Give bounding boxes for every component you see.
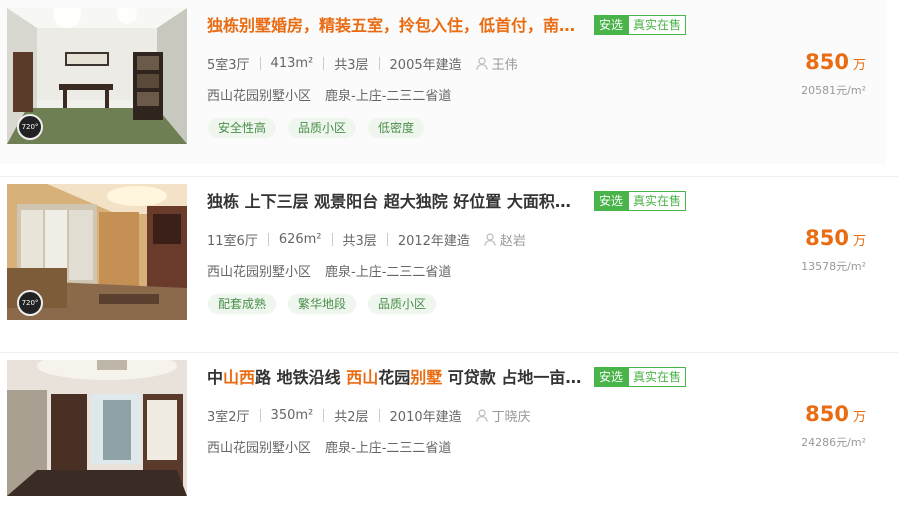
- community-link[interactable]: 西山花园别墅小区: [207, 437, 311, 456]
- divider: [0, 176, 898, 177]
- price-unit: 万: [852, 58, 866, 73]
- unit-price: 24286元/m²: [801, 436, 866, 449]
- listing-card[interactable]: 中山西路 地铁沿线 西山花园别墅 可贷款 占地一亩… 安选 真实在售 3室2厅 …: [0, 352, 898, 528]
- price-value: 850: [805, 50, 849, 74]
- listing-photo[interactable]: 720°: [7, 184, 187, 320]
- agent[interactable]: 赵岩: [484, 230, 526, 249]
- room-layout: 3室2厅: [207, 409, 250, 425]
- price-unit: 万: [852, 410, 866, 425]
- room-layout: 11室6厅: [207, 233, 258, 249]
- listing-title-link[interactable]: 中山西路 地铁沿线 西山花园别墅 可贷款 占地一亩…: [207, 366, 587, 390]
- title-text: 中: [207, 368, 224, 387]
- divider: [378, 56, 380, 70]
- location: 西山花园别墅小区 鹿泉-上庄-二三二省道: [207, 435, 451, 457]
- listing-card[interactable]: 720° 独栋别墅婚房，精装五室，拎包入住，低首付，南… 安选 真实在售 5室3…: [0, 0, 898, 176]
- feature-tag: 低密度: [368, 118, 425, 138]
- anxuan-badge: 安选: [594, 15, 629, 35]
- divider: [259, 408, 261, 422]
- listing-photo[interactable]: [7, 360, 187, 496]
- total-floors: 共3层: [342, 233, 377, 249]
- agent-name[interactable]: 赵岩: [500, 230, 526, 249]
- person-icon: [476, 408, 488, 422]
- agent-name[interactable]: 丁晓庆: [492, 406, 531, 425]
- divider: [267, 232, 269, 246]
- location: 西山花园别墅小区 鹿泉-上庄-二三二省道: [207, 83, 451, 105]
- divider: [323, 408, 325, 422]
- title-text: 花园: [378, 368, 411, 387]
- build-year: 2005年建造: [389, 57, 462, 73]
- price-unit: 万: [852, 234, 866, 249]
- vr-720-icon[interactable]: 720°: [17, 114, 43, 140]
- price-value: 850: [805, 402, 849, 426]
- divider: [323, 56, 325, 70]
- verified-on-sale-badge: 真实在售: [628, 191, 687, 211]
- house-info: 3室2厅 350m² 共2层 2010年建造 丁晓庆: [207, 404, 531, 426]
- verified-on-sale-badge: 真实在售: [628, 15, 687, 35]
- feature-tag: 品质小区: [368, 294, 437, 314]
- title-text: 路 地铁沿线: [255, 368, 347, 387]
- listing-card[interactable]: 720° 独栋 上下三层 观景阳台 超大独院 好位置 大面积… 安选 真实在售 …: [0, 176, 898, 352]
- house-info: 11室6厅 626m² 共3层 2012年建造 赵岩: [207, 228, 526, 250]
- feature-tags: 安全性高 品质小区 低密度: [208, 118, 436, 138]
- total-floors: 共2层: [334, 409, 369, 425]
- district-link[interactable]: 鹿泉-上庄-二三二省道: [325, 261, 451, 280]
- badge-group: 安选 真实在售: [594, 191, 687, 211]
- vr-720-icon[interactable]: 720°: [17, 290, 43, 316]
- badge-group: 安选 真实在售: [594, 15, 687, 35]
- anxuan-badge: 安选: [594, 367, 629, 387]
- room-layout: 5室3厅: [207, 57, 250, 73]
- floor-area: 350m²: [270, 407, 314, 423]
- district-link[interactable]: 鹿泉-上庄-二三二省道: [325, 437, 451, 456]
- divider: [386, 232, 388, 246]
- agent-name[interactable]: 王伟: [492, 54, 518, 73]
- floor-area: 626m²: [278, 231, 322, 247]
- agent[interactable]: 王伟: [476, 54, 518, 73]
- listing-photo[interactable]: 720°: [7, 8, 187, 144]
- agent[interactable]: 丁晓庆: [476, 406, 531, 425]
- community-link[interactable]: 西山花园别墅小区: [207, 261, 311, 280]
- anxuan-badge: 安选: [594, 191, 629, 211]
- unit-price: 20581元/m²: [801, 84, 866, 97]
- listing-title-link[interactable]: 独栋别墅婚房，精装五室，拎包入住，低首付，南…: [207, 14, 587, 38]
- total-price: 850 万: [805, 402, 866, 426]
- title-keyword-highlight: 西山: [346, 368, 379, 387]
- house-info: 5室3厅 413m² 共3层 2005年建造 王伟: [207, 52, 518, 74]
- title-keyword-highlight: 别墅: [410, 368, 443, 387]
- title-keyword-highlight: 山西: [223, 368, 256, 387]
- price-value: 850: [805, 226, 849, 250]
- total-price: 850 万: [805, 226, 866, 250]
- divider: [331, 232, 333, 246]
- unit-price: 13578元/m²: [801, 260, 866, 273]
- person-icon: [484, 232, 496, 246]
- badge-group: 安选 真实在售: [594, 367, 687, 387]
- build-year: 2010年建造: [389, 409, 462, 425]
- total-floors: 共3层: [334, 57, 369, 73]
- person-icon: [476, 56, 488, 70]
- total-price: 850 万: [805, 50, 866, 74]
- feature-tag: 安全性高: [208, 118, 277, 138]
- divider: [378, 408, 380, 422]
- listing-title-link[interactable]: 独栋 上下三层 观景阳台 超大独院 好位置 大面积…: [207, 190, 587, 214]
- verified-on-sale-badge: 真实在售: [628, 367, 687, 387]
- community-link[interactable]: 西山花园别墅小区: [207, 85, 311, 104]
- divider: [259, 56, 261, 70]
- feature-tag: 品质小区: [288, 118, 357, 138]
- floor-area: 413m²: [270, 55, 314, 71]
- build-year: 2012年建造: [397, 233, 470, 249]
- district-link[interactable]: 鹿泉-上庄-二三二省道: [325, 85, 451, 104]
- title-text: 可贷款 占地一亩…: [442, 368, 582, 387]
- feature-tags: 配套成熟 繁华地段 品质小区: [208, 294, 448, 314]
- divider: [0, 352, 898, 353]
- location: 西山花园别墅小区 鹿泉-上庄-二三二省道: [207, 259, 451, 281]
- feature-tag: 配套成熟: [208, 294, 277, 314]
- feature-tag: 繁华地段: [288, 294, 357, 314]
